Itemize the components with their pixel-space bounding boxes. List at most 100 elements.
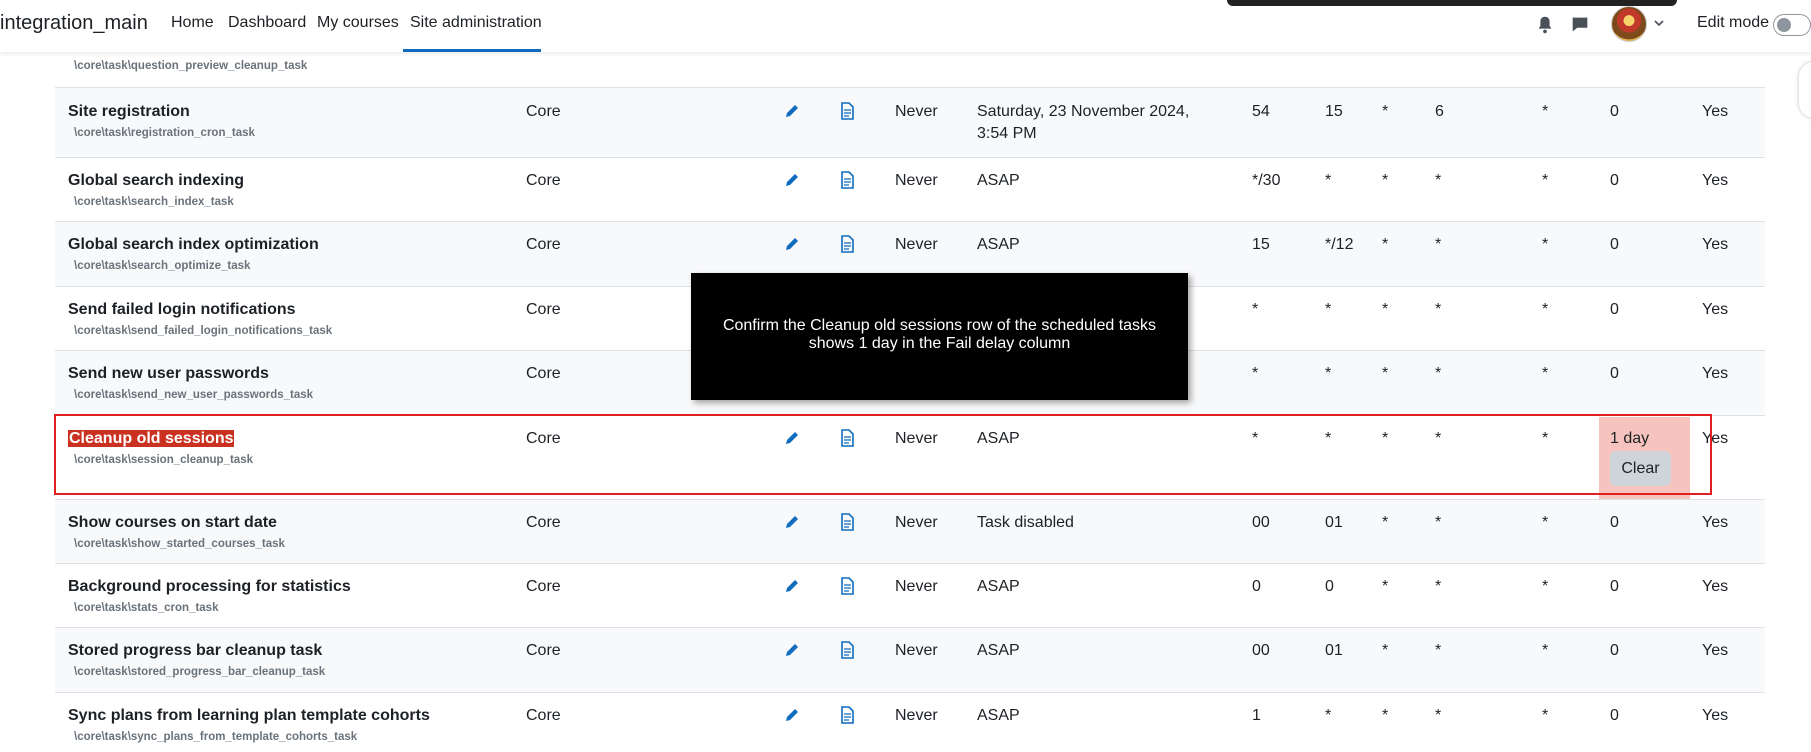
edit-task-link[interactable] [783,706,801,724]
task-component: Core [526,578,561,595]
bell-icon[interactable] [1534,14,1556,36]
task-default: Yes [1702,365,1729,382]
view-log-link[interactable] [838,171,856,189]
task-name: Global search index optimization [68,236,319,253]
task-name: Send failed login notifications [68,301,296,318]
edit-task-link[interactable] [783,641,801,659]
task-default: Yes [1702,642,1729,659]
task-hour: 01 [1325,642,1343,659]
chevron-down-icon[interactable] [1653,17,1665,29]
table-row: Show courses on start date \core\task\sh… [55,500,1765,564]
site-brand[interactable]: integration_main [0,12,148,35]
task-classname: \core\task\search_optimize_task [74,260,251,272]
table-row: Site registration \core\task\registratio… [55,88,1765,158]
edit-task-link[interactable] [783,102,801,120]
task-minute: * [1252,365,1259,382]
task-month: * [1542,642,1549,659]
task-minute: 00 [1252,642,1270,659]
task-day: * [1382,707,1389,724]
task-classname: \core\task\send_failed_login_notificatio… [74,325,333,337]
task-fail-delay: 1 day [1610,430,1650,447]
task-next-run: ASAP [977,172,1020,189]
task-minute: * [1252,430,1259,447]
clear-fail-delay-button[interactable]: Clear [1610,451,1671,486]
task-name: Sync plans from learning plan template c… [68,707,430,724]
document-icon [841,235,854,253]
task-day-of-week: * [1435,301,1442,318]
document-icon [841,102,854,120]
view-log-link[interactable] [838,513,856,531]
task-day-of-week: * [1435,172,1442,189]
toggle-knob [1777,18,1791,32]
chat-icon[interactable] [1569,14,1591,36]
task-day: * [1382,365,1389,382]
edit-mode-toggle[interactable] [1773,14,1811,36]
task-day-of-week: * [1435,365,1442,382]
edit-task-link[interactable] [783,171,801,189]
nav-my-courses[interactable]: My courses [317,14,399,32]
document-icon [841,429,854,447]
task-classname: \core\task\stored_progress_bar_cleanup_t… [74,666,326,678]
table-row: Background processing for statistics \co… [55,564,1765,628]
task-name: Send new user passwords [68,365,269,382]
pencil-icon [786,709,798,721]
pencil-icon [786,516,798,528]
task-day-of-week: * [1435,578,1442,595]
task-day-of-week: * [1435,430,1442,447]
edit-task-link[interactable] [783,429,801,447]
task-day: * [1382,301,1389,318]
nav-home[interactable]: Home [171,14,214,32]
edit-mode-label: Edit mode [1697,14,1770,31]
task-fail-delay: 0 [1610,172,1619,189]
floating-drawer-handle[interactable] [1799,62,1811,118]
view-log-link[interactable] [838,102,856,120]
task-default: Yes [1702,514,1729,531]
view-log-link[interactable] [838,577,856,595]
task-classname: \core\task\search_index_task [74,196,234,208]
task-day: * [1382,172,1389,189]
view-log-link[interactable] [838,706,856,724]
task-component: Core [526,103,561,120]
nav-dashboard[interactable]: Dashboard [228,14,306,32]
task-last-run: Never [895,172,938,189]
task-next-run: Task disabled [977,514,1074,531]
task-last-run: Never [895,514,938,531]
task-classname: \core\task\send_new_user_passwords_task [74,389,314,401]
user-avatar[interactable] [1611,6,1647,42]
task-component: Core [526,642,561,659]
task-day: * [1382,642,1389,659]
task-classname: \core\task\question_preview_cleanup_task [74,60,308,72]
edit-task-link[interactable] [783,235,801,253]
task-fail-delay: 0 [1610,103,1619,120]
edit-task-link[interactable] [783,513,801,531]
task-classname: \core\task\show_started_courses_task [74,538,285,550]
document-icon [841,641,854,659]
task-fail-delay: 0 [1610,578,1619,595]
task-component: Core [526,236,561,253]
nav-site-administration[interactable]: Site administration [410,14,542,32]
view-log-link[interactable] [838,429,856,447]
task-name: Global search indexing [68,172,245,189]
task-hour: */12 [1325,236,1354,253]
table-row-cleanup-old-sessions: Cleanup old sessions \core\task\session_… [55,416,1765,500]
task-next-run: Saturday, 23 November 2024, 3:54 PM [977,103,1190,142]
task-minute: 15 [1252,236,1270,253]
table-row: Global search indexing \core\task\search… [55,158,1765,222]
task-name: Stored progress bar cleanup task [68,642,323,659]
pencil-icon [786,105,798,117]
task-default: Yes [1702,172,1729,189]
active-nav-indicator [403,49,541,52]
task-next-run: ASAP [977,642,1020,659]
view-log-link[interactable] [838,235,856,253]
task-default: Yes [1702,103,1729,120]
task-month: * [1542,301,1549,318]
view-log-link[interactable] [838,641,856,659]
task-month: * [1542,514,1549,531]
task-day: * [1382,578,1389,595]
edit-task-link[interactable] [783,577,801,595]
task-month: * [1542,707,1549,724]
pencil-icon [786,580,798,592]
task-component: Core [526,430,561,447]
task-component: Core [526,707,561,724]
task-month: * [1542,365,1549,382]
